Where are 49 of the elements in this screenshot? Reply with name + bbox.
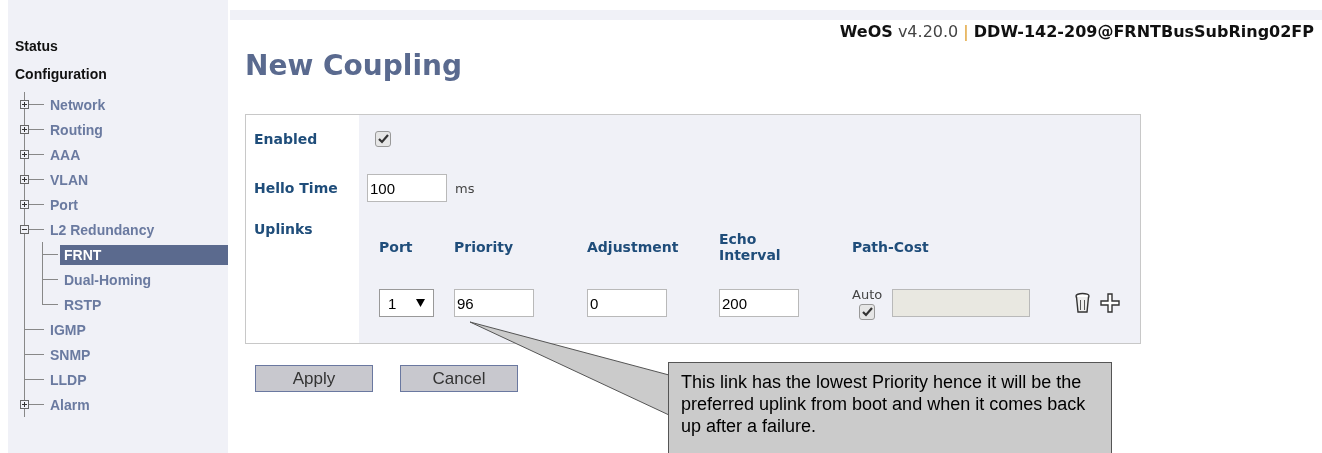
column-header: Port: [379, 239, 413, 255]
version-text: v4.20.0: [897, 22, 959, 41]
sidebar-item[interactable]: FRNT: [60, 244, 228, 265]
sidebar-section[interactable]: Status: [15, 38, 58, 54]
sidebar-item[interactable]: VLAN: [46, 169, 95, 190]
field-label: Enabled: [254, 131, 318, 147]
port-dropdown[interactable]: 1: [379, 289, 434, 317]
sidebar-item[interactable]: IGMP: [46, 319, 92, 340]
sidebar-section[interactable]: Configuration: [15, 66, 107, 82]
expand-icon[interactable]: [20, 192, 46, 217]
page-title: New Coupling: [245, 49, 463, 82]
auto-checkbox[interactable]: [859, 303, 876, 320]
sidebar-item[interactable]: SNMP: [46, 344, 97, 365]
sidebar-item[interactable]: Port: [46, 194, 84, 215]
unit-text: ms: [455, 180, 475, 196]
apply-button[interactable]: Apply: [255, 365, 373, 392]
column-header: Echo Interval: [719, 231, 781, 263]
column-header: Priority: [454, 239, 514, 255]
sidebar-item[interactable]: Routing: [46, 119, 109, 140]
adjustment-field[interactable]: 0: [587, 289, 667, 317]
field-label: Uplinks: [254, 221, 313, 237]
column-header: Adjustment: [587, 239, 679, 255]
expand-icon[interactable]: [20, 117, 46, 142]
priority-field[interactable]: 96: [454, 289, 534, 317]
sidebar-item[interactable]: RSTP: [60, 294, 108, 315]
collapse-icon[interactable]: [20, 217, 46, 242]
expand-icon[interactable]: [20, 142, 46, 167]
field-label: Hello Time: [254, 180, 338, 196]
enabled-checkbox[interactable]: [375, 131, 391, 147]
expand-icon[interactable]: [20, 92, 46, 117]
cancel-button[interactable]: Cancel: [400, 365, 518, 392]
sidebar-item[interactable]: Dual-Homing: [60, 269, 158, 290]
echo-interval-field[interactable]: 200: [719, 289, 799, 317]
device-name: DDW-142-209@FRNTBusSubRing02FP: [973, 22, 1314, 41]
separator-text: |: [963, 22, 969, 41]
column-header: Path-Cost: [852, 239, 929, 255]
trash-icon[interactable]: [1075, 292, 1090, 314]
product-name: WeOS: [839, 22, 893, 41]
sidebar-item[interactable]: Alarm: [46, 394, 96, 415]
expand-icon[interactable]: [20, 392, 46, 417]
caret-icon: [416, 299, 425, 307]
sidebar-item[interactable]: LLDP: [46, 369, 93, 390]
auto-label: Auto: [852, 286, 883, 302]
plus-icon[interactable]: [1100, 293, 1120, 313]
sidebar-item[interactable]: AAA: [46, 144, 87, 165]
expand-icon[interactable]: [20, 167, 46, 192]
sidebar-item[interactable]: L2 Redundancy: [46, 219, 161, 240]
sidebar-item[interactable]: Network: [46, 94, 112, 115]
hello-time-field[interactable]: 100: [367, 174, 447, 202]
